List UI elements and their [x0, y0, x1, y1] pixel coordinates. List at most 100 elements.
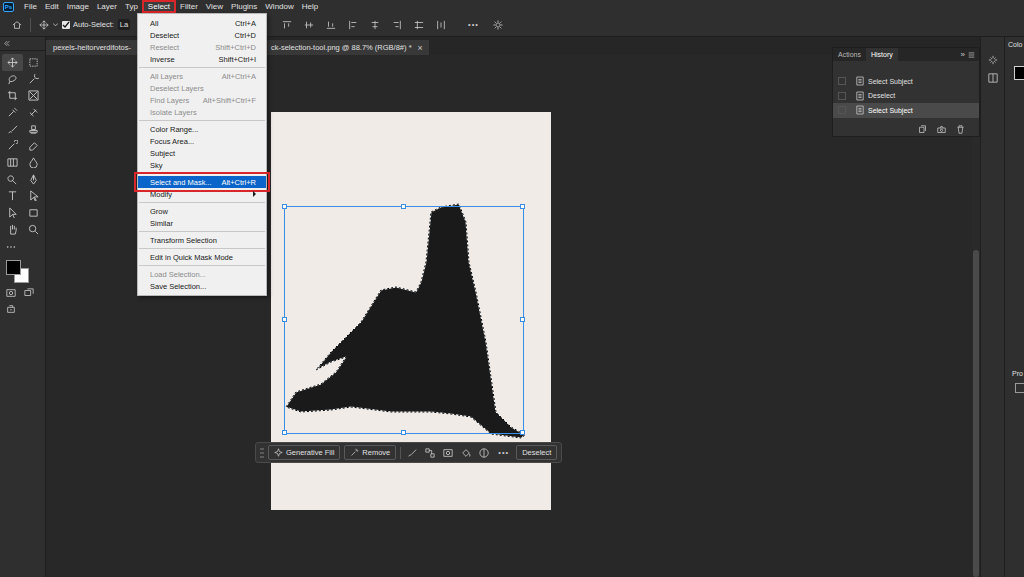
history-item[interactable]: Select Subject: [833, 103, 979, 118]
color-swatches[interactable]: [6, 260, 30, 282]
brush-refine-icon[interactable]: [407, 448, 417, 458]
transform-handle[interactable]: [520, 430, 525, 435]
menu-item[interactable]: All LayersAlt+Ctrl+A: [138, 70, 266, 82]
modify-selection-icon[interactable]: [425, 448, 435, 458]
tool-button[interactable]: [2, 87, 23, 104]
tool-button[interactable]: [2, 171, 23, 188]
align-icon[interactable]: [282, 20, 292, 30]
tool-button[interactable]: [2, 121, 23, 138]
app-logo[interactable]: Ps: [3, 2, 14, 12]
menu-item[interactable]: Isolate Layers: [138, 106, 266, 118]
task-bar-button[interactable]: Remove: [344, 445, 396, 460]
edit-toolbar-button[interactable]: [0, 240, 16, 254]
more-options-button[interactable]: •••: [468, 20, 479, 29]
menu-bar-item[interactable]: File: [20, 0, 41, 13]
menu-item[interactable]: Select and Mask...Alt+Ctrl+R: [138, 176, 266, 188]
menu-bar-item[interactable]: Typ: [121, 0, 142, 13]
tool-button[interactable]: [23, 221, 44, 238]
transform-handle[interactable]: [401, 204, 406, 209]
auto-select-target-dropdown[interactable]: La: [118, 19, 130, 30]
tool-button[interactable]: [23, 154, 44, 171]
tool-button[interactable]: [23, 87, 44, 104]
menu-bar-item[interactable]: Plugins: [227, 0, 261, 13]
mask-icon[interactable]: [443, 448, 453, 458]
gear-icon[interactable]: [493, 20, 503, 30]
align-icon[interactable]: [436, 20, 446, 30]
screen-mode-icon[interactable]: [24, 288, 34, 298]
tool-button[interactable]: [23, 71, 44, 88]
transform-bounding-box[interactable]: [284, 206, 524, 434]
tool-button[interactable]: [23, 54, 44, 71]
menu-item[interactable]: Load Selection...: [138, 268, 266, 280]
trash-icon[interactable]: [956, 125, 965, 134]
tool-button[interactable]: [2, 54, 23, 71]
align-icon[interactable]: [326, 20, 336, 30]
move-tool-icon[interactable]: [39, 20, 49, 30]
tool-button[interactable]: [2, 71, 23, 88]
menu-bar-item[interactable]: Help: [298, 0, 322, 13]
libraries-icon[interactable]: [988, 73, 998, 83]
panel-tab[interactable]: History: [866, 48, 898, 61]
scrollbar-thumb[interactable]: [973, 250, 979, 577]
menu-item[interactable]: AllCtrl+A: [138, 17, 266, 29]
tool-button[interactable]: [23, 171, 44, 188]
tool-button[interactable]: [2, 137, 23, 154]
task-bar-button[interactable]: Generative Fill: [268, 445, 340, 460]
history-item[interactable]: Deselect: [833, 89, 979, 104]
menu-item[interactable]: Save Selection...: [138, 280, 266, 292]
menu-item[interactable]: Deselect Layers: [138, 82, 266, 94]
quick-mask-icon[interactable]: [6, 288, 16, 298]
menu-item[interactable]: Grow: [138, 205, 266, 217]
transform-handle[interactable]: [401, 430, 406, 435]
tool-button[interactable]: [23, 204, 44, 221]
menu-item[interactable]: InverseShift+Ctrl+I: [138, 53, 266, 65]
grip-icon[interactable]: [260, 447, 264, 459]
transform-handle[interactable]: [520, 204, 525, 209]
menu-bar-item[interactable]: Edit: [41, 0, 63, 13]
transform-handle[interactable]: [520, 317, 525, 322]
new-document-icon[interactable]: [918, 125, 927, 134]
align-icon[interactable]: [348, 20, 358, 30]
align-icon[interactable]: [370, 20, 380, 30]
close-tab-button[interactable]: ×: [418, 43, 423, 53]
menu-item[interactable]: Focus Area...: [138, 135, 266, 147]
history-brush-source[interactable]: [838, 77, 846, 85]
menu-item[interactable]: Sky: [138, 159, 266, 171]
home-icon[interactable]: [12, 20, 22, 30]
learn-icon[interactable]: [988, 55, 998, 65]
tool-button[interactable]: [2, 104, 23, 121]
history-brush-source[interactable]: [838, 106, 846, 114]
more-button[interactable]: •••: [495, 448, 512, 457]
tool-button[interactable]: [2, 204, 23, 221]
menu-item[interactable]: Subject: [138, 147, 266, 159]
chevron-down-icon[interactable]: [53, 23, 58, 27]
align-icon[interactable]: [304, 20, 314, 30]
tool-button[interactable]: [2, 221, 23, 238]
menu-bar-item[interactable]: View: [202, 0, 227, 13]
menu-item[interactable]: Edit in Quick Mask Mode: [138, 251, 266, 263]
panel-title[interactable]: Pro: [1012, 370, 1024, 377]
panel-control[interactable]: [1015, 383, 1024, 393]
camera-icon[interactable]: [937, 125, 946, 134]
panel-menu-icon[interactable]: [968, 52, 975, 58]
transform-handle[interactable]: [282, 430, 287, 435]
tool-button[interactable]: [23, 137, 44, 154]
transform-handle[interactable]: [282, 317, 287, 322]
foreground-color-swatch[interactable]: [6, 260, 21, 275]
transform-handle[interactable]: [282, 204, 287, 209]
align-icon[interactable]: [392, 20, 402, 30]
menu-item[interactable]: Transform Selection: [138, 234, 266, 246]
panel-tab[interactable]: Actions: [833, 48, 866, 61]
menu-bar-item[interactable]: Layer: [93, 0, 121, 13]
panel-title[interactable]: Colo: [1008, 41, 1024, 48]
adjustment-icon[interactable]: [479, 448, 489, 458]
tool-button[interactable]: [23, 104, 44, 121]
auto-select-checkbox[interactable]: [62, 21, 70, 29]
menu-item[interactable]: DeselectCtrl+D: [138, 29, 266, 41]
menu-item[interactable]: Find LayersAlt+Shift+Ctrl+F: [138, 94, 266, 106]
deselect-button[interactable]: Deselect: [516, 445, 557, 460]
tool-button[interactable]: [2, 188, 23, 205]
menu-item[interactable]: ReselectShift+Ctrl+D: [138, 41, 266, 53]
color-swatch[interactable]: [1014, 66, 1024, 80]
edit-icon[interactable]: [6, 304, 16, 314]
